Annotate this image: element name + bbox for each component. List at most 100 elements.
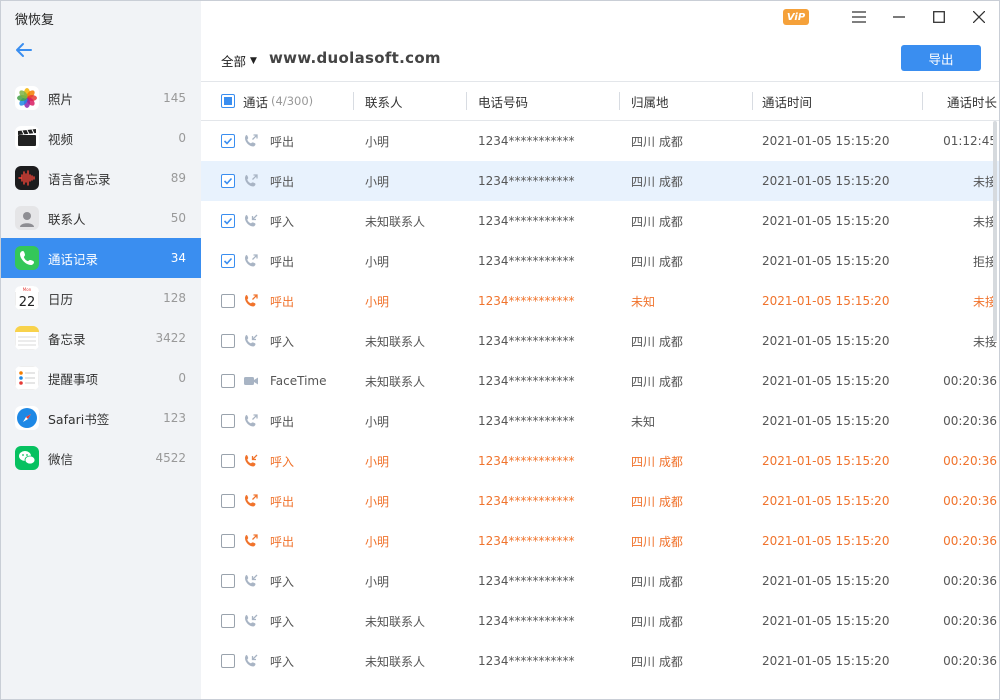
back-arrow-icon[interactable] [13, 39, 35, 61]
row-checkbox[interactable] [221, 174, 235, 188]
incoming-call-icon [243, 653, 259, 669]
table-row[interactable]: 呼出 小明 1234*********** 四川 成都 2021-01-05 15:15… [201, 481, 999, 521]
row-checkbox[interactable] [221, 294, 235, 308]
call-type-label: 呼出 [270, 254, 295, 269]
sidebar-item[interactable]: 通话记录 34 [1, 238, 201, 278]
row-checkbox-cell [201, 441, 243, 481]
sidebar-item[interactable]: 联系人 50 [1, 198, 201, 238]
scrollbar[interactable] [993, 121, 997, 341]
sidebar-item[interactable]: 语言备忘录 89 [1, 158, 201, 198]
sidebar-item[interactable]: Mon 22 日历 128 [1, 278, 201, 318]
table-row[interactable]: FaceTime 未知联系人 1234*********** 四川 成都 2021-01… [201, 361, 999, 401]
location-cell: 未知 [631, 294, 656, 309]
minimize-icon [893, 16, 905, 18]
checkmark-icon [223, 217, 233, 225]
table-row[interactable]: 呼出 小明 1234*********** 四川 成都 2021-01-05 15:15… [201, 241, 999, 281]
sidebar-item[interactable]: Safari书签 123 [1, 398, 201, 438]
maximize-button[interactable] [919, 1, 959, 33]
row-checkbox-cell [201, 361, 243, 401]
sidebar-item-count: 0 [178, 371, 186, 385]
header-duration[interactable]: 通话时长 [922, 81, 997, 121]
header-phone[interactable]: 电话号码 [466, 81, 619, 121]
row-checkbox-cell [201, 601, 243, 641]
table-row[interactable]: 呼出 小明 1234*********** 四川 成都 2021-01-05 15:15… [201, 521, 999, 561]
checkmark-icon [223, 257, 233, 265]
contact-cell: 未知联系人 [365, 614, 426, 629]
header-type-count: (4/300) [271, 94, 314, 108]
phone-cell: 1234*********** [478, 534, 575, 548]
header-duration-label: 通话时长 [946, 94, 997, 110]
row-checkbox[interactable] [221, 134, 235, 148]
call-type-label: 呼出 [270, 414, 295, 429]
row-checkbox[interactable] [221, 614, 235, 628]
row-checkbox[interactable] [221, 654, 235, 668]
close-button[interactable] [959, 1, 999, 33]
menu-button[interactable] [839, 1, 879, 33]
maximize-icon [933, 11, 945, 23]
sidebar-item-label: 语言备忘录 [48, 171, 111, 187]
filter-dropdown[interactable]: 全部 ▼ [221, 51, 257, 70]
sidebar-item-label: 提醒事项 [48, 371, 99, 387]
header-location[interactable]: 归属地 [619, 81, 752, 121]
minimize-button[interactable] [879, 1, 919, 33]
sidebar-item[interactable]: 备忘录 3422 [1, 318, 201, 358]
export-button[interactable]: 导出 [901, 45, 981, 71]
call-type-cell: 呼出 [243, 161, 353, 201]
table-row[interactable]: 呼入 未知联系人 1234*********** 四川 成都 2021-01-05 15… [201, 201, 999, 241]
sidebar-item[interactable]: 提醒事项 0 [1, 358, 201, 398]
sidebar-item[interactable]: 视频 0 [1, 118, 201, 158]
select-all-checkbox[interactable] [221, 94, 235, 108]
row-checkbox[interactable] [221, 334, 235, 348]
app-window: 微恢复 照片 145 视频 0 语言备忘录 89 联系人 50 通话记录 34 Mon 22 日历 128… [0, 0, 1000, 700]
reminders-icon [15, 366, 39, 390]
row-checkbox[interactable] [221, 214, 235, 228]
sidebar-item-count: 89 [170, 171, 186, 185]
row-checkbox[interactable] [221, 454, 235, 468]
call-type-cell: 呼出 [243, 121, 353, 161]
partial-check-icon [224, 97, 232, 105]
table-row[interactable]: 呼出 小明 1234*********** 四川 成都 2021-01-05 15:15… [201, 161, 999, 201]
contact-cell: 小明 [365, 574, 390, 589]
header-contact-label: 联系人 [365, 94, 403, 110]
row-checkbox-cell [201, 401, 243, 441]
time-cell: 2021-01-05 15:15:20 [762, 534, 890, 548]
row-checkbox[interactable] [221, 534, 235, 548]
duration-cell: 00:20:36 [943, 494, 997, 508]
incoming-call-icon [243, 573, 259, 589]
vip-badge[interactable]: ViP [783, 9, 809, 25]
phone-cell: 1234*********** [478, 374, 575, 388]
header-time-label: 通话时间 [762, 94, 813, 110]
time-cell: 2021-01-05 15:15:20 [762, 374, 890, 388]
sidebar-item-label: 微信 [48, 451, 74, 467]
header-time[interactable]: 通话时间 [752, 81, 922, 121]
call-type-cell: 呼出 [243, 521, 353, 561]
row-checkbox[interactable] [221, 254, 235, 268]
header-contact[interactable]: 联系人 [353, 81, 466, 121]
location-cell: 四川 成都 [631, 254, 683, 269]
duration-cell: 未接 [972, 214, 997, 229]
call-type-label: 呼出 [270, 134, 295, 149]
svg-text:22: 22 [19, 295, 36, 310]
table-row[interactable]: 呼出 小明 1234*********** 未知 2021-01-05 15:15:20… [201, 401, 999, 441]
row-checkbox[interactable] [221, 494, 235, 508]
sidebar-item[interactable]: 照片 145 [1, 78, 201, 118]
table-row[interactable]: 呼入 小明 1234*********** 四川 成都 2021-01-05 15:15… [201, 561, 999, 601]
incoming-call-icon [243, 213, 259, 229]
table-row[interactable]: 呼出 小明 1234*********** 四川 成都 2021-01-05 15:15… [201, 121, 999, 161]
row-checkbox[interactable] [221, 574, 235, 588]
row-checkbox-cell [201, 201, 243, 241]
table-row[interactable]: 呼入 未知联系人 1234*********** 四川 成都 2021-01-05 15… [201, 321, 999, 361]
sidebar-item-count: 34 [170, 251, 186, 265]
sidebar-item-label: 备忘录 [48, 331, 86, 347]
sidebar-item[interactable]: 微信 4522 [1, 438, 201, 478]
row-checkbox-cell [201, 121, 243, 161]
table-row[interactable]: 呼入 小明 1234*********** 四川 成都 2021-01-05 15:15… [201, 441, 999, 481]
table-row[interactable]: 呼入 未知联系人 1234*********** 四川 成都 2021-01-05 15… [201, 601, 999, 641]
table-header: 通话 (4/300) 联系人 电话号码 归属地 通话时间 通话时长 [201, 81, 999, 121]
row-checkbox-cell [201, 481, 243, 521]
row-checkbox[interactable] [221, 414, 235, 428]
row-checkbox[interactable] [221, 374, 235, 388]
header-type[interactable]: 通话 (4/300) [243, 81, 353, 121]
table-row[interactable]: 呼出 小明 1234*********** 未知 2021-01-05 15:15:20… [201, 281, 999, 321]
table-row[interactable]: 呼入 未知联系人 1234*********** 四川 成都 2021-01-05 15… [201, 641, 999, 681]
